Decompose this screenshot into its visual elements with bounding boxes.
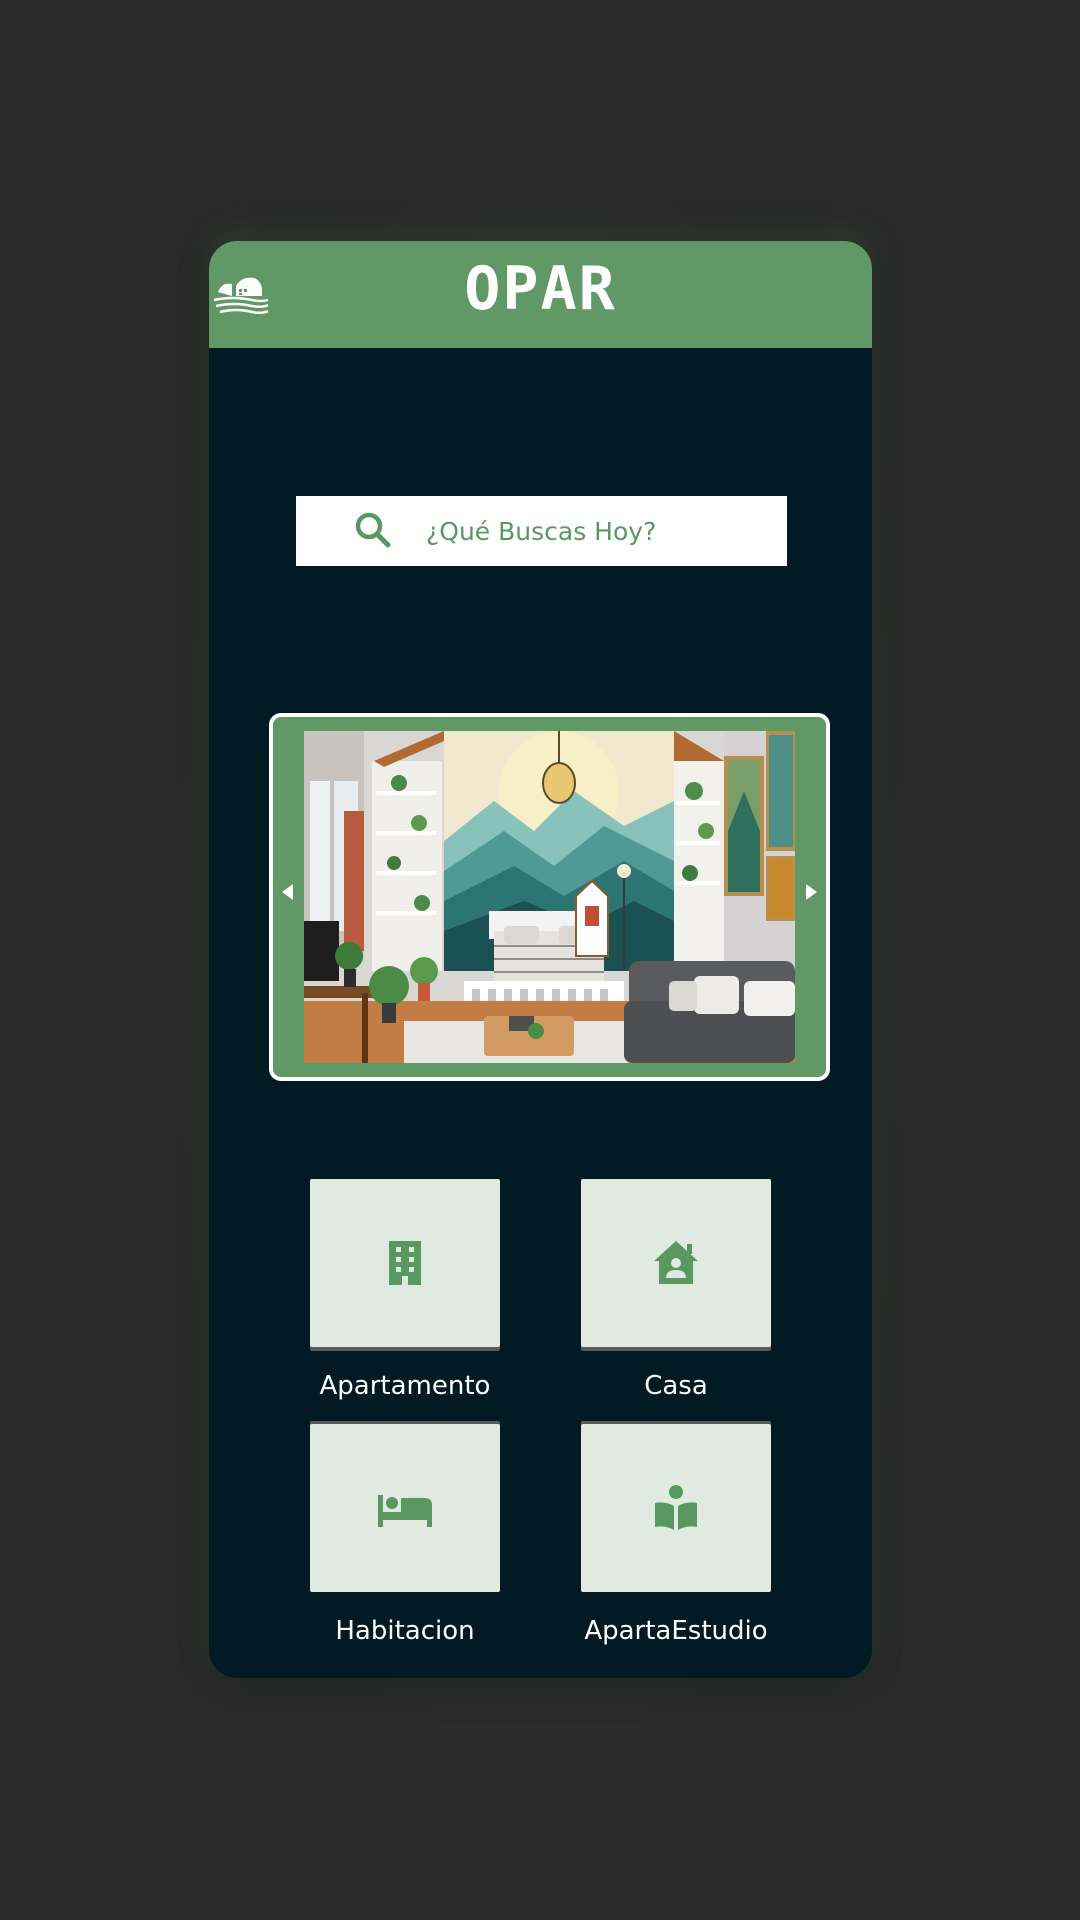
bed-icon <box>378 1495 432 1527</box>
category-tile-apartamento[interactable] <box>310 1179 500 1347</box>
carousel-image-bedroom-living-room <box>304 731 795 1063</box>
app-screen: OPAR ¿Qué Buscas Hoy? Apartamento Casa H… <box>209 241 872 1678</box>
app-header: OPAR <box>209 241 872 348</box>
category-tile-habitacion[interactable] <box>310 1424 500 1592</box>
category-label-casa: Casa <box>644 1371 708 1401</box>
interior-illustration <box>304 731 795 1063</box>
search-bar[interactable] <box>296 496 787 566</box>
chevron-right-icon[interactable] <box>802 877 822 907</box>
person-reading-icon <box>655 1485 697 1530</box>
chevron-left-icon[interactable] <box>277 877 297 907</box>
category-label-apartaestudio: ApartaEstudio <box>584 1616 768 1646</box>
category-tile-casa[interactable] <box>581 1179 771 1347</box>
category-tile-apartaestudio[interactable] <box>581 1424 771 1592</box>
search-input[interactable] <box>426 496 766 566</box>
category-label-habitacion: Habitacion <box>335 1616 475 1646</box>
house-person-icon <box>654 1241 698 1284</box>
app-title: OPAR <box>464 254 617 324</box>
image-carousel[interactable] <box>269 713 830 1081</box>
category-label-apartamento: Apartamento <box>319 1371 491 1401</box>
search-icon <box>355 512 391 548</box>
building-icon <box>389 1241 421 1285</box>
